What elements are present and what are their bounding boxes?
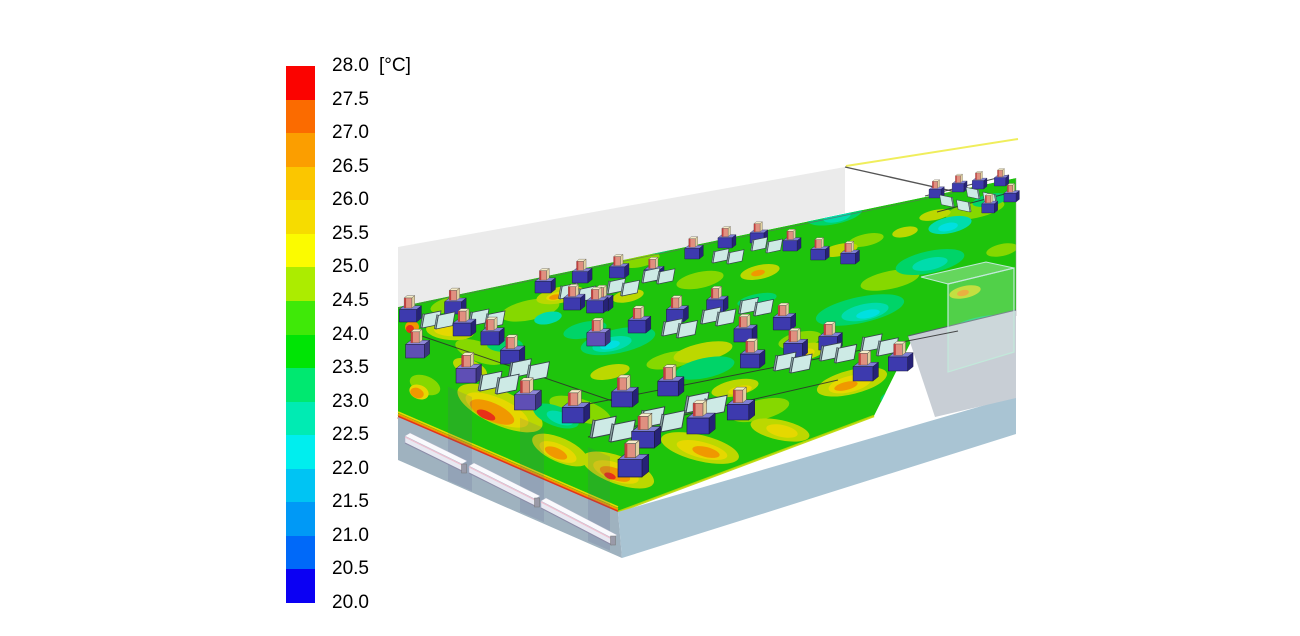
heater-connector: [535, 498, 540, 507]
contour-blob: [892, 389, 921, 405]
cfd-3d-viewport[interactable]: [0, 0, 1300, 636]
window-mullion-shadow: [448, 387, 472, 491]
person-figure: [994, 169, 1009, 186]
cfd-post-canvas: 28.027.527.026.526.025.525.024.524.023.5…: [0, 0, 1300, 636]
window-mullion-shadow: [520, 418, 544, 522]
heater-connector: [462, 464, 467, 473]
heater-connector: [611, 536, 616, 545]
person-figure: [952, 174, 967, 192]
ceiling-edge-line: [846, 139, 1018, 166]
scene-svg: [0, 0, 1300, 636]
person-figure: [972, 171, 987, 189]
